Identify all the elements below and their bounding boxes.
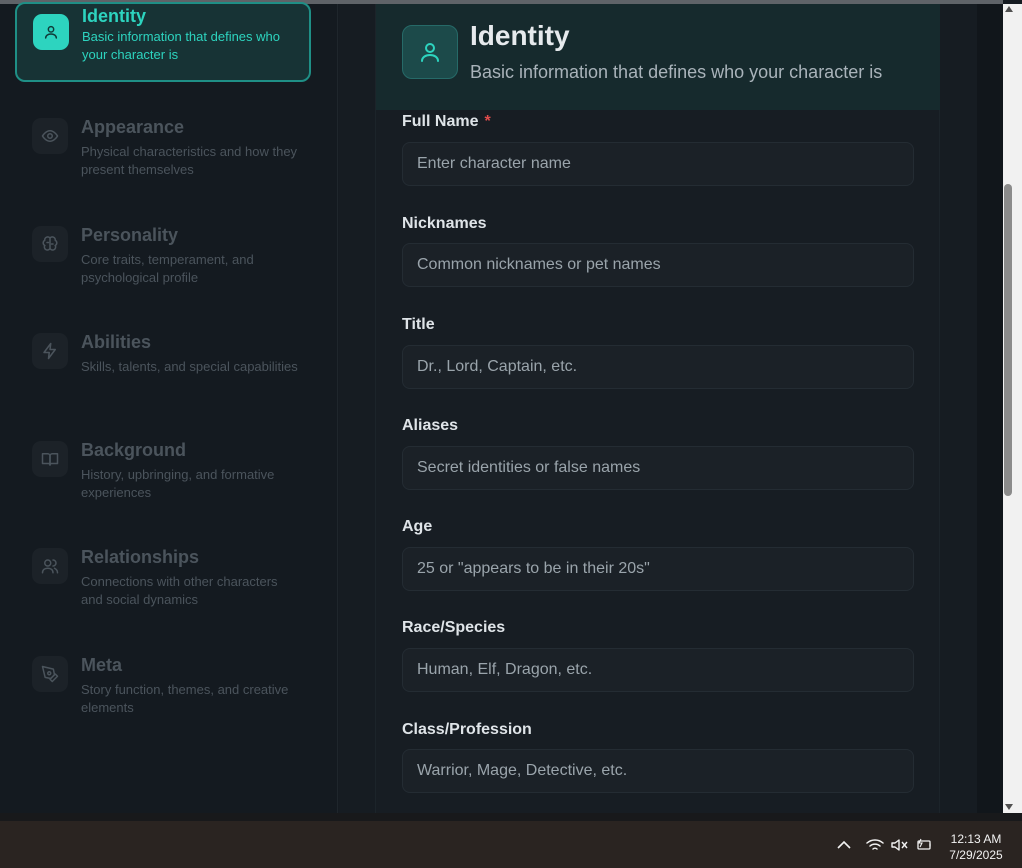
- sidebar-item-appearance[interactable]: Appearance Physical characteristics and …: [15, 108, 311, 188]
- wifi-icon[interactable]: [864, 821, 886, 868]
- aliases-input[interactable]: [402, 446, 914, 490]
- sidebar-item-title: Background: [81, 440, 187, 460]
- sidebar-item-title: Personality: [81, 225, 179, 245]
- main-content: Identity Basic information that defines …: [339, 4, 977, 813]
- section-sidebar: Identity Basic information that defines …: [0, 2, 338, 813]
- sidebar-item-title: Identity: [82, 6, 147, 26]
- nicknames-input[interactable]: [402, 243, 914, 287]
- sidebar-item-desc: Basic information that defines who your …: [82, 29, 280, 62]
- scrollbar-thumb[interactable]: [1004, 184, 1012, 496]
- sidebar-item-background[interactable]: Background History, upbringing, and form…: [15, 431, 311, 511]
- sidebar-item-title: Abilities: [81, 332, 152, 352]
- book-icon: [32, 441, 68, 477]
- full-name-input[interactable]: [402, 142, 914, 186]
- nicknames-label: Nicknames: [402, 215, 487, 232]
- sidebar-item-title: Meta: [81, 655, 123, 675]
- sidebar-item-desc: Core traits, temperament, and psychologi…: [81, 252, 254, 285]
- sidebar-item-title: Appearance: [81, 117, 185, 137]
- system-clock[interactable]: 12:13 AM 7/29/2025: [940, 831, 1012, 863]
- title-label: Title: [402, 316, 435, 333]
- full-name-label: Full Name *: [402, 113, 491, 130]
- sidebar-item-abilities[interactable]: Abilities Skills, talents, and special c…: [15, 323, 311, 403]
- sidebar-item-desc: Physical characteristics and how they pr…: [81, 144, 298, 177]
- sidebar-item-title: Relationships: [81, 547, 200, 567]
- class-profession-label: Class/Profession: [402, 721, 532, 738]
- taskbar: 12:13 AM 7/29/2025: [0, 813, 1022, 868]
- form-panel: Identity Basic information that defines …: [375, 4, 940, 813]
- title-input[interactable]: [402, 345, 914, 389]
- scroll-up-arrow[interactable]: [1005, 6, 1013, 12]
- age-input[interactable]: [402, 547, 914, 591]
- race-species-input[interactable]: [402, 648, 914, 692]
- sidebar-item-desc: Skills, talents, and special capabilitie…: [81, 359, 298, 374]
- age-label: Age: [402, 518, 433, 535]
- aliases-label: Aliases: [402, 417, 459, 434]
- clock-time: 12:13 AM: [950, 832, 1002, 846]
- battery-icon[interactable]: [913, 821, 935, 868]
- sidebar-item-identity[interactable]: Identity Basic information that defines …: [15, 2, 311, 82]
- user-icon: [402, 25, 458, 79]
- lightning-icon: [32, 333, 68, 369]
- eye-icon: [32, 118, 68, 154]
- sidebar-item-desc: History, upbringing, and formative exper…: [81, 467, 275, 500]
- class-profession-input[interactable]: [402, 749, 914, 793]
- brain-icon: [32, 226, 68, 262]
- sidebar-item-relationships[interactable]: Relationships Connections with other cha…: [15, 538, 311, 618]
- vertical-scrollbar[interactable]: [1003, 4, 1022, 813]
- app-viewport: Identity Basic information that defines …: [0, 0, 1022, 813]
- user-icon: [33, 14, 69, 50]
- race-species-label: Race/Species: [402, 619, 506, 636]
- page-title: Identity: [470, 20, 570, 51]
- users-icon: [32, 548, 68, 584]
- page-subtitle: Basic information that defines who your …: [470, 62, 883, 82]
- pen-tool-icon: [32, 656, 68, 692]
- sidebar-item-personality[interactable]: Personality Core traits, temperament, an…: [15, 216, 311, 296]
- required-marker: *: [484, 113, 491, 130]
- sidebar-item-desc: Connections with other characters and so…: [81, 574, 278, 607]
- volume-muted-icon[interactable]: [889, 821, 911, 868]
- sidebar-item-meta[interactable]: Meta Story function, themes, and creativ…: [15, 646, 311, 726]
- scroll-down-arrow[interactable]: [1005, 804, 1013, 810]
- sidebar-item-desc: Story function, themes, and creative ele…: [81, 682, 289, 715]
- right-gutter: [977, 4, 1003, 813]
- panel-header: Identity Basic information that defines …: [376, 4, 940, 110]
- chevron-up-icon[interactable]: [834, 821, 854, 868]
- clock-date: 7/29/2025: [949, 848, 1003, 862]
